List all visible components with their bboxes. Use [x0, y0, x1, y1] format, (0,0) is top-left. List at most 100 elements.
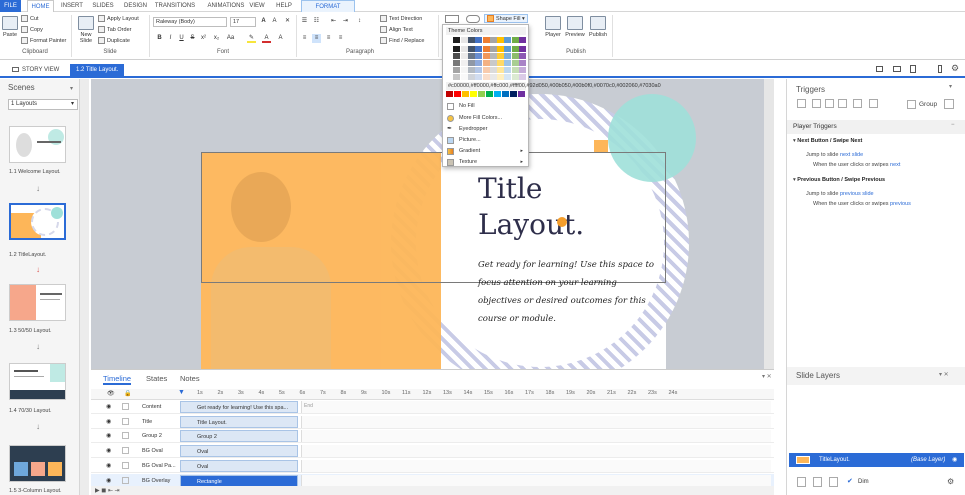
color-swatch[interactable] — [467, 67, 475, 73]
color-swatch[interactable] — [497, 53, 505, 59]
color-swatch[interactable] — [489, 60, 497, 66]
lock-toggle[interactable] — [122, 417, 129, 425]
delete-layer-icon[interactable] — [829, 477, 838, 487]
color-swatch[interactable] — [494, 91, 501, 97]
lock-icon[interactable]: 🔒 — [124, 390, 131, 397]
color-swatch[interactable] — [453, 46, 461, 52]
color-swatch[interactable] — [460, 46, 468, 52]
picture-item[interactable]: Picture... — [446, 135, 526, 145]
change-case-icon[interactable]: Aa — [226, 34, 235, 43]
eye-icon[interactable]: ◉ — [106, 444, 111, 458]
move-up-icon[interactable] — [869, 99, 878, 108]
numbering-icon[interactable]: ☷ — [312, 17, 321, 26]
color-swatch[interactable] — [519, 37, 526, 43]
paste-trigger-icon[interactable] — [838, 99, 847, 108]
color-swatch[interactable] — [519, 60, 526, 66]
scenes-scrollbar[interactable] — [80, 79, 89, 495]
tab-timeline[interactable]: Timeline — [103, 374, 132, 385]
shape-fill-button[interactable]: Shape Fill ▾ — [484, 14, 528, 23]
tab-file[interactable]: FILE — [0, 0, 21, 12]
panel-menu-icon[interactable]: ▾ — [70, 85, 73, 92]
timeline-row[interactable]: ◉ Group 2 Group 2 — [91, 429, 774, 444]
color-swatch[interactable] — [511, 67, 519, 73]
end-marker[interactable]: End — [304, 403, 313, 409]
copy-trigger-icon[interactable] — [825, 99, 834, 108]
color-swatch[interactable] — [511, 46, 519, 52]
color-swatch[interactable] — [511, 60, 519, 66]
eye-icon[interactable]: ◉ — [106, 429, 111, 443]
color-swatch[interactable] — [504, 37, 512, 43]
italic-icon[interactable]: I — [166, 34, 175, 43]
lock-toggle[interactable] — [122, 432, 129, 440]
trigger-link[interactable]: previous — [890, 201, 911, 207]
underline-icon[interactable]: U — [177, 34, 186, 43]
color-swatch[interactable] — [497, 74, 505, 80]
color-swatch[interactable] — [489, 67, 497, 73]
color-swatch[interactable] — [446, 53, 453, 59]
copy-button[interactable]: Copy — [21, 26, 43, 35]
color-swatch[interactable] — [502, 91, 509, 97]
player-button[interactable]: Player — [543, 16, 563, 38]
gear-icon[interactable]: ⚙ — [947, 477, 954, 486]
trigger-1-action[interactable]: Jump to slide next slide — [806, 152, 863, 158]
text-effects-icon[interactable]: A — [276, 34, 285, 43]
bold-icon[interactable]: B — [155, 34, 164, 43]
color-swatch[interactable] — [489, 37, 497, 43]
timeline-bar[interactable]: Title Layout. — [180, 415, 298, 428]
line-spacing-icon[interactable]: ↕ — [355, 17, 364, 26]
tablet-portrait-icon[interactable] — [910, 65, 916, 73]
eye-icon[interactable]: 👁 — [107, 390, 115, 397]
eye-icon[interactable]: ◉ — [952, 453, 957, 467]
font-family-select[interactable]: Raleway (Body) — [153, 17, 227, 27]
tab-help[interactable]: HELP — [271, 0, 297, 12]
color-swatch[interactable] — [497, 67, 505, 73]
gear-icon[interactable]: ⚙ — [951, 63, 959, 74]
delete-trigger-icon[interactable] — [853, 99, 862, 108]
color-swatch[interactable] — [497, 46, 505, 52]
lock-toggle[interactable] — [122, 461, 129, 469]
color-swatch[interactable] — [470, 91, 477, 97]
color-swatch[interactable] — [510, 91, 517, 97]
panel-menu-icon[interactable]: ▾ — [949, 83, 952, 90]
trigger-1-condition[interactable]: When the user clicks or swipes next — [813, 162, 900, 168]
eye-icon[interactable]: ◉ — [106, 415, 111, 429]
subscript-icon[interactable]: x₂ — [212, 34, 221, 43]
color-swatch[interactable] — [504, 53, 512, 59]
color-swatch[interactable] — [453, 37, 461, 43]
color-swatch[interactable] — [453, 74, 461, 80]
eye-icon[interactable]: ◉ — [106, 459, 111, 473]
tab-notes[interactable]: Notes — [180, 374, 200, 383]
color-swatch[interactable] — [482, 53, 490, 59]
phone-icon[interactable] — [938, 65, 942, 73]
color-swatch[interactable] — [475, 53, 483, 59]
trigger-2-condition[interactable]: When the user clicks or swipes previous — [813, 201, 911, 207]
grow-font-icon[interactable]: A — [259, 17, 268, 26]
slide-thumb-4[interactable] — [9, 363, 66, 400]
trigger-2-title[interactable]: ▾ Previous Button / Swipe Previous — [793, 177, 885, 183]
timeline-row[interactable]: ◉ BG Oval Oval — [91, 444, 774, 459]
color-swatch[interactable] — [446, 67, 453, 73]
color-swatch[interactable] — [497, 60, 505, 66]
no-fill-item[interactable]: No Fill — [446, 101, 526, 111]
color-swatch[interactable] — [511, 37, 519, 43]
timeline-row[interactable]: ◉ Title Title Layout. — [91, 415, 774, 429]
trigger-2-action[interactable]: Jump to slide previous slide — [806, 191, 874, 197]
color-swatch[interactable] — [460, 74, 468, 80]
new-layer-icon[interactable] — [797, 477, 806, 487]
dim-checkbox[interactable]: ✔ — [847, 477, 853, 485]
strikethrough-icon[interactable]: S — [188, 34, 197, 43]
text-direction-button[interactable]: Text Direction — [380, 15, 422, 24]
align-center-icon[interactable]: ≡ — [312, 34, 321, 43]
highlight-icon[interactable]: ✎ — [247, 34, 256, 43]
texture-item[interactable]: Texture ▸ — [446, 157, 526, 167]
color-swatch[interactable] — [489, 53, 497, 59]
color-swatch[interactable] — [467, 60, 475, 66]
color-swatch[interactable] — [482, 67, 490, 73]
tab-design[interactable]: DESIGN — [120, 0, 151, 12]
timeline-bar[interactable]: Oval — [180, 445, 298, 458]
timeline-row[interactable]: ◉ Content Get ready for learning! Use this… — [91, 400, 774, 414]
scene-select[interactable]: 1 Layouts ▾ — [8, 99, 78, 110]
slide-thumb-1[interactable] — [9, 126, 66, 163]
tab-view[interactable]: VIEW — [245, 0, 269, 12]
lock-toggle[interactable] — [122, 476, 129, 484]
